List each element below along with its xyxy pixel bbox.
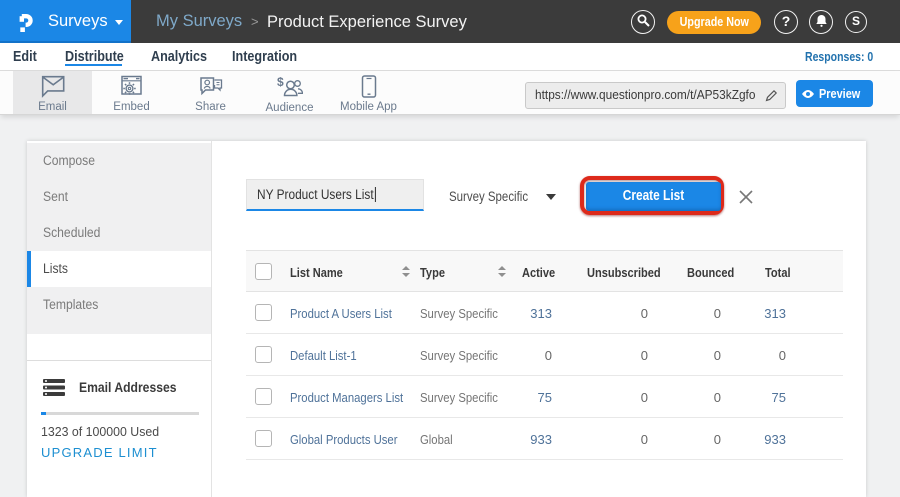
svg-text:$: $ (277, 75, 284, 89)
